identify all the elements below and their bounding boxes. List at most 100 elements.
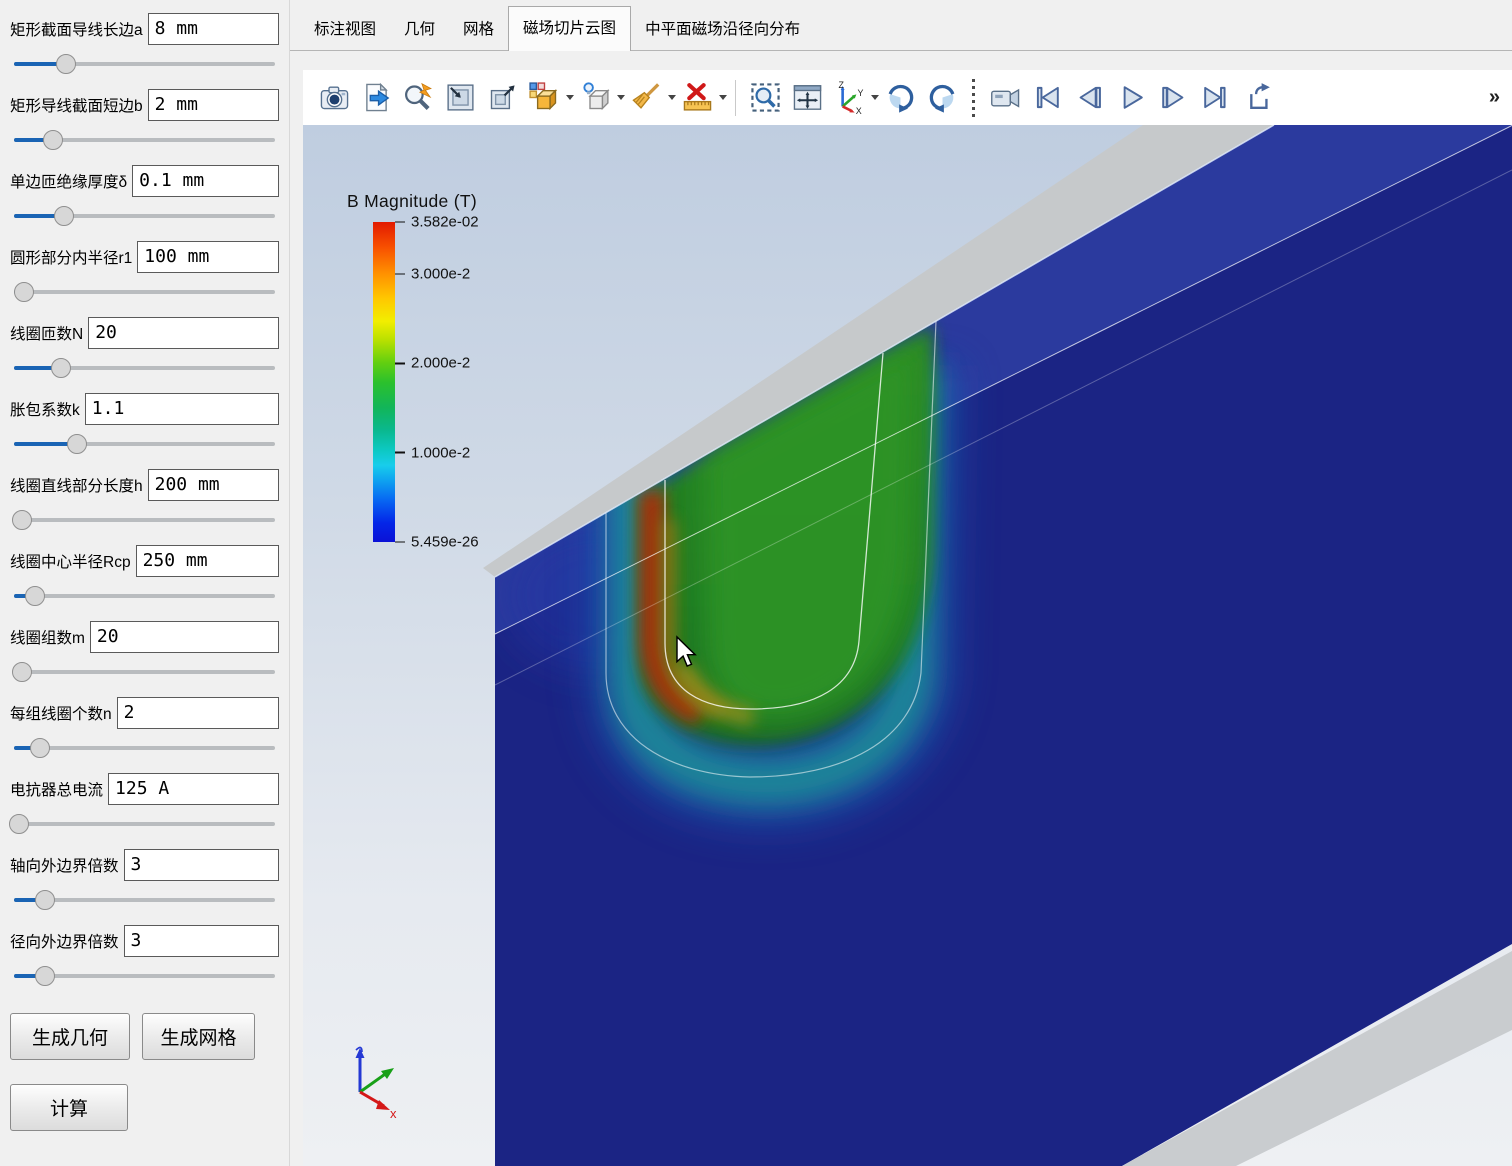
param-slider[interactable] (14, 736, 275, 759)
param-slider[interactable] (14, 584, 275, 607)
quick-zoom-icon[interactable] (397, 75, 439, 121)
param-slider[interactable] (14, 128, 275, 151)
toolbar-overflow-chevron[interactable]: » (1489, 86, 1500, 109)
param-slider[interactable] (14, 280, 275, 303)
param-slider[interactable] (14, 356, 275, 379)
clean-broom-icon[interactable] (625, 75, 667, 121)
slider-thumb[interactable] (56, 54, 76, 74)
slider-track[interactable] (14, 594, 275, 598)
param-label: 线圈直线部分长度h (10, 474, 143, 496)
camera-icon[interactable] (313, 75, 355, 121)
last-frame-icon[interactable] (1194, 75, 1236, 121)
param-value-input[interactable] (148, 13, 279, 45)
previous-frame-icon[interactable] (1068, 75, 1110, 121)
remove-measure-icon[interactable] (676, 75, 718, 121)
slider-thumb[interactable] (9, 814, 29, 834)
slider-thumb[interactable] (35, 890, 55, 910)
param-value-input[interactable] (117, 697, 279, 729)
clean-dropdown-caret[interactable] (668, 95, 676, 100)
param-value-input[interactable] (108, 773, 279, 805)
param-value-input[interactable] (137, 241, 279, 273)
param-value-input[interactable] (85, 393, 279, 425)
param-label: 径向外边界倍数 (10, 930, 119, 952)
zoom-out-box-icon[interactable] (481, 75, 523, 121)
slider-track[interactable] (14, 822, 275, 826)
param-label: 每组线圈个数n (10, 702, 112, 724)
param-value-input[interactable] (90, 621, 279, 653)
export-scene-icon[interactable] (355, 75, 397, 121)
first-frame-icon[interactable] (1026, 75, 1068, 121)
param-slider[interactable] (14, 660, 275, 683)
colorbar-tick-label: 3.582e-02 (411, 214, 479, 231)
tab-1[interactable]: 标注视图 (300, 8, 390, 50)
tab-bar: 标注视图几何网格磁场切片云图中平面磁场沿径向分布 (290, 0, 1512, 51)
param-row: 圆形部分内半径r1 (10, 240, 279, 303)
slider-thumb[interactable] (25, 586, 45, 606)
slider-thumb[interactable] (35, 966, 55, 986)
param-value-input[interactable] (132, 165, 279, 197)
param-row: 径向外边界倍数 (10, 924, 279, 987)
param-slider[interactable] (14, 508, 275, 531)
slider-track[interactable] (14, 518, 275, 522)
slider-thumb[interactable] (67, 434, 87, 454)
generate-geometry-button[interactable]: 生成几何 (10, 1013, 130, 1060)
param-slider[interactable] (14, 888, 275, 911)
param-value-input[interactable] (124, 849, 279, 881)
slider-thumb[interactable] (43, 130, 63, 150)
axes-dropdown-caret[interactable] (871, 95, 879, 100)
param-row: 线圈组数m (10, 620, 279, 683)
slider-thumb[interactable] (14, 282, 34, 302)
param-value-input[interactable] (88, 317, 279, 349)
param-slider[interactable] (14, 204, 275, 227)
colorbar-title: B Magnitude (T) (347, 191, 563, 212)
next-frame-icon[interactable] (1152, 75, 1194, 121)
slider-track[interactable] (14, 290, 275, 294)
param-slider[interactable] (14, 52, 275, 75)
light-dropdown-caret[interactable] (617, 95, 625, 100)
color-legend-cube-icon[interactable] (523, 75, 565, 121)
param-value-input[interactable] (136, 545, 279, 577)
colorbar-tick: 5.459e-26 (395, 534, 479, 551)
slider-track[interactable] (14, 670, 275, 674)
param-value-input[interactable] (148, 89, 279, 121)
param-row: 线圈中心半径Rcp (10, 544, 279, 607)
tab-3[interactable]: 网格 (449, 8, 508, 50)
param-value-input[interactable] (148, 469, 279, 501)
param-label: 矩形截面导线长边a (10, 18, 143, 40)
axes-orientation-icon[interactable]: ZYX (828, 75, 870, 121)
zoom-to-selection-icon[interactable] (744, 75, 786, 121)
param-row: 轴向外边界倍数 (10, 848, 279, 911)
play-icon[interactable] (1110, 75, 1152, 121)
calculate-button[interactable]: 计算 (10, 1084, 128, 1131)
rotate-clockwise-icon[interactable] (879, 75, 921, 121)
param-label: 轴向外边界倍数 (10, 854, 119, 876)
slider-thumb[interactable] (12, 510, 32, 530)
generate-mesh-button[interactable]: 生成网格 (142, 1013, 255, 1060)
colorbar-tick: 3.582e-02 (395, 214, 479, 231)
tab-2[interactable]: 几何 (390, 8, 449, 50)
slider-thumb[interactable] (30, 738, 50, 758)
light-cube-icon[interactable] (574, 75, 616, 121)
param-row: 矩形截面导线长边a (10, 12, 279, 75)
remove-measure-dropdown-caret[interactable] (719, 95, 727, 100)
pan-view-icon[interactable] (786, 75, 828, 121)
slider-thumb[interactable] (51, 358, 71, 378)
colorbar-tick: 1.000e-2 (395, 444, 470, 461)
param-slider[interactable] (14, 812, 275, 835)
loop-animation-icon[interactable] (1236, 75, 1278, 121)
rotate-counterclockwise-icon[interactable] (921, 75, 963, 121)
colorbar-tick: 2.000e-2 (395, 355, 470, 372)
record-animation-icon[interactable] (984, 75, 1026, 121)
param-label: 电抗器总电流 (10, 778, 103, 800)
slider-thumb[interactable] (54, 206, 74, 226)
slider-thumb[interactable] (12, 662, 32, 682)
tab-5[interactable]: 中平面磁场沿径向分布 (631, 8, 814, 50)
param-slider[interactable] (14, 432, 275, 455)
param-slider[interactable] (14, 964, 275, 987)
color-legend-dropdown-caret[interactable] (566, 95, 574, 100)
render-viewport[interactable]: x B Magnitude (T) 3.582e-02 3.000e-2 2.0… (303, 125, 1512, 1166)
zoom-to-box-icon[interactable] (439, 75, 481, 121)
param-value-input[interactable] (124, 925, 279, 957)
tab-4[interactable]: 磁场切片云图 (508, 6, 631, 51)
slider-track[interactable] (14, 746, 275, 750)
